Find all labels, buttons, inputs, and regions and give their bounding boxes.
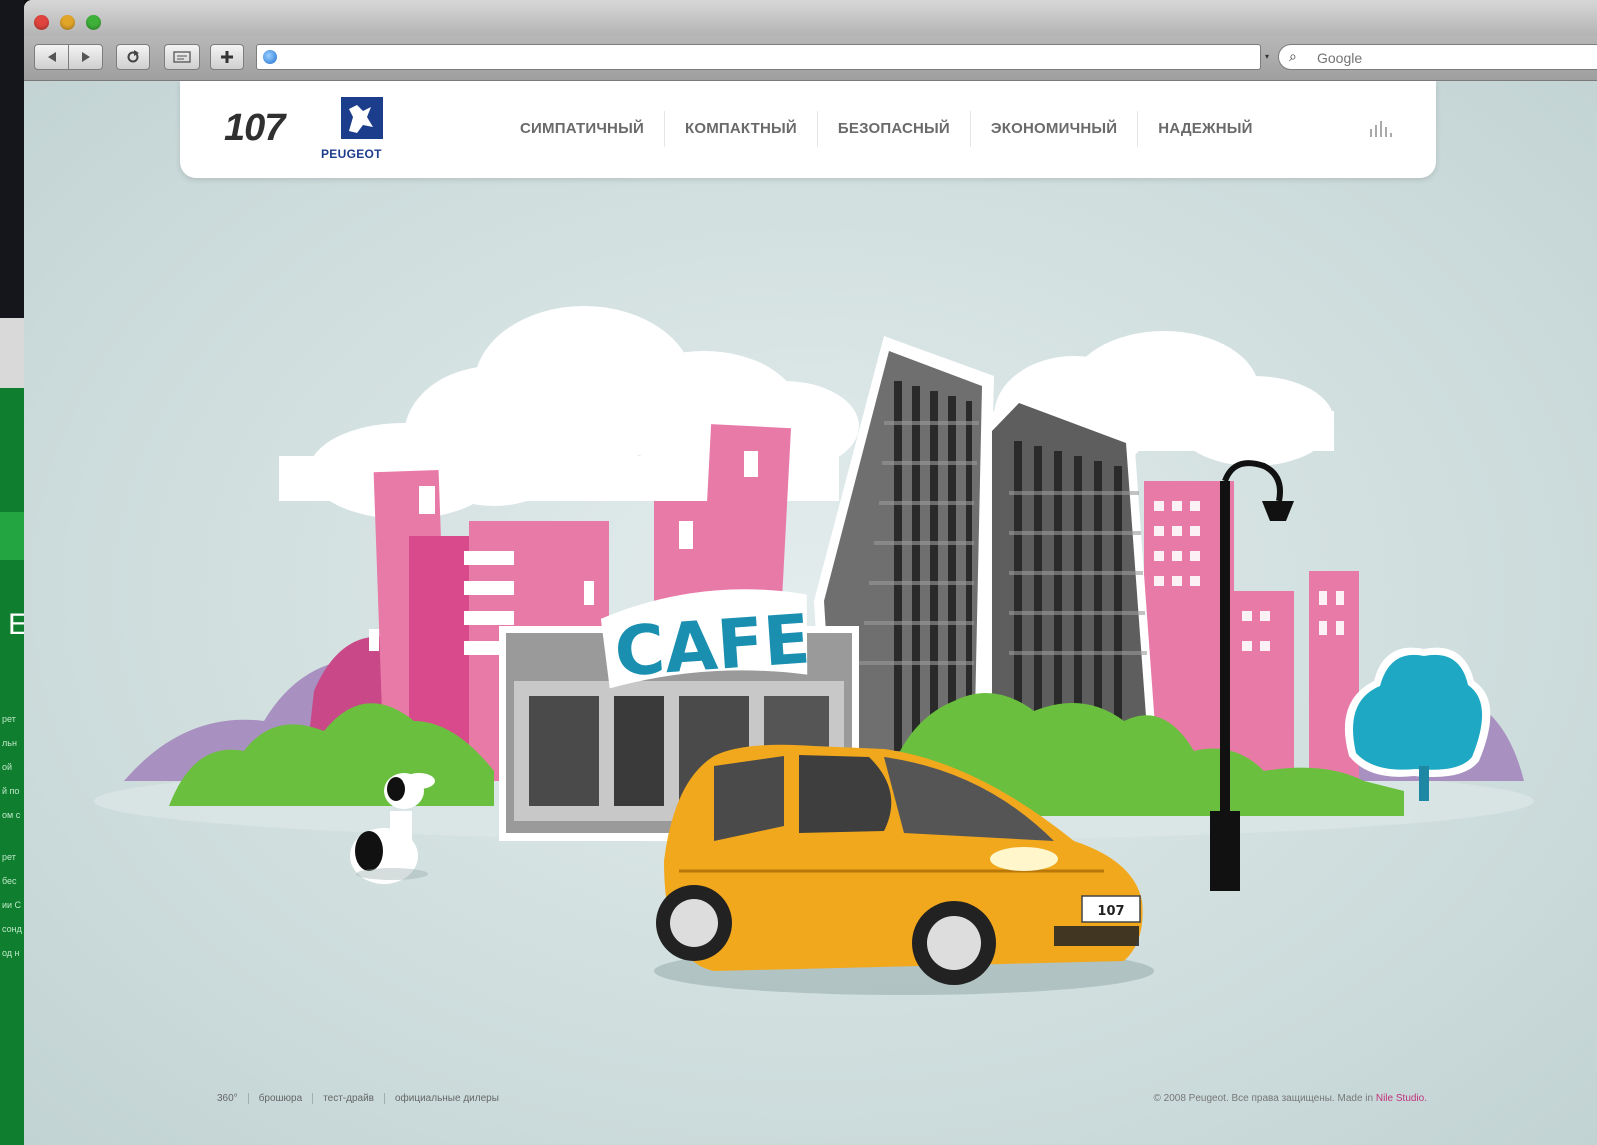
close-window-button[interactable] — [34, 15, 49, 30]
peugeot-lion-icon[interactable] — [337, 97, 387, 141]
background-window-text: сонд — [2, 924, 22, 934]
studio-link[interactable]: Nile Studio. — [1376, 1093, 1427, 1104]
address-bar[interactable] — [256, 44, 1261, 70]
sound-bars-icon[interactable] — [1368, 119, 1394, 137]
copyright-text: © 2008 Peugeot. Все права защищены. Made… — [1153, 1093, 1374, 1104]
bookmark-icon — [173, 51, 191, 63]
nav-item-ekonomichny[interactable]: ЭКОНОМИЧНЫЙ — [971, 111, 1139, 147]
search-field[interactable]: ⌕ — [1278, 44, 1597, 70]
search-icon: ⌕ — [1289, 48, 1297, 64]
forward-arrow-icon — [81, 52, 90, 62]
background-window-text: ии С — [2, 900, 22, 910]
background-window-text: ом с — [2, 810, 21, 820]
footer-link-test-drive[interactable]: тест-драйв — [313, 1093, 385, 1104]
background-window: E рет льн ой й по ом с рет бес ии С сонд… — [0, 0, 28, 1145]
cafe-sign-text: CAFE — [612, 600, 812, 692]
background-window-button — [0, 512, 24, 560]
title-bar[interactable] — [24, 0, 1597, 36]
browser-toolbar: ▾ ⌕ — [24, 36, 1597, 81]
nav-item-simpatichny[interactable]: СИМПАТИЧНЫЙ — [500, 111, 665, 147]
bookmark-button[interactable] — [164, 44, 200, 70]
globe-icon — [263, 50, 277, 64]
background-window-text: ой — [2, 762, 13, 772]
reload-icon — [127, 50, 139, 63]
web-page: CAFE 107 107 PEUGEOT СИМПАТИЧНЫЙ КОМПАКТ… — [24, 81, 1597, 1145]
copyright-notice: © 2008 Peugeot. Все права защищены. Made… — [1154, 1093, 1427, 1104]
minimize-window-button[interactable] — [60, 15, 75, 30]
main-navigation: СИМПАТИЧНЫЙ КОМПАКТНЫЙ БЕЗОПАСНЫЙ ЭКОНОМ… — [500, 111, 1273, 147]
search-engine-dropdown-icon[interactable]: ▾ — [1265, 52, 1269, 61]
nav-item-nadezhny[interactable]: НАДЕЖНЫЙ — [1138, 111, 1272, 147]
plus-icon — [221, 51, 233, 63]
forward-button[interactable] — [68, 44, 103, 70]
zoom-window-button[interactable] — [86, 15, 101, 30]
search-input[interactable] — [1315, 47, 1579, 69]
brand-logo-text: PEUGEOT — [321, 147, 382, 161]
add-bookmark-button[interactable] — [210, 44, 244, 70]
browser-window: ▾ ⌕ Google CAFE 107 107 PEUGEOT СИМПАТИЧ… — [24, 0, 1597, 1145]
back-button[interactable] — [34, 44, 69, 70]
background-window-text: од н — [2, 948, 20, 958]
car-plate-text: 107 — [1097, 904, 1124, 919]
nav-item-bezopasny[interactable]: БЕЗОПАСНЫЙ — [818, 111, 971, 147]
back-arrow-icon — [47, 52, 56, 62]
footer-link-dealers[interactable]: официальные дилеры — [385, 1093, 509, 1104]
background-window-text: рет — [2, 852, 16, 862]
background-window-text: льн — [2, 738, 17, 748]
nav-item-kompaktny[interactable]: КОМПАКТНЫЙ — [665, 111, 818, 147]
background-window-text: бес — [2, 876, 17, 886]
footer-links: 360° брошюра тест-драйв официальные диле… — [217, 1093, 509, 1104]
reload-button[interactable] — [116, 44, 150, 70]
background-window-text: рет — [2, 714, 16, 724]
footer-link-brochure[interactable]: брошюра — [249, 1093, 314, 1104]
city-illustration: CAFE 107 — [94, 306, 1534, 995]
footer-link-360[interactable]: 360° — [217, 1093, 249, 1104]
site-header: 107 PEUGEOT СИМПАТИЧНЫЙ КОМПАКТНЫЙ БЕЗОП… — [180, 81, 1436, 178]
background-window-text: й по — [2, 786, 20, 796]
background-window-strip — [0, 318, 24, 388]
model-logo[interactable]: 107 — [224, 107, 285, 150]
